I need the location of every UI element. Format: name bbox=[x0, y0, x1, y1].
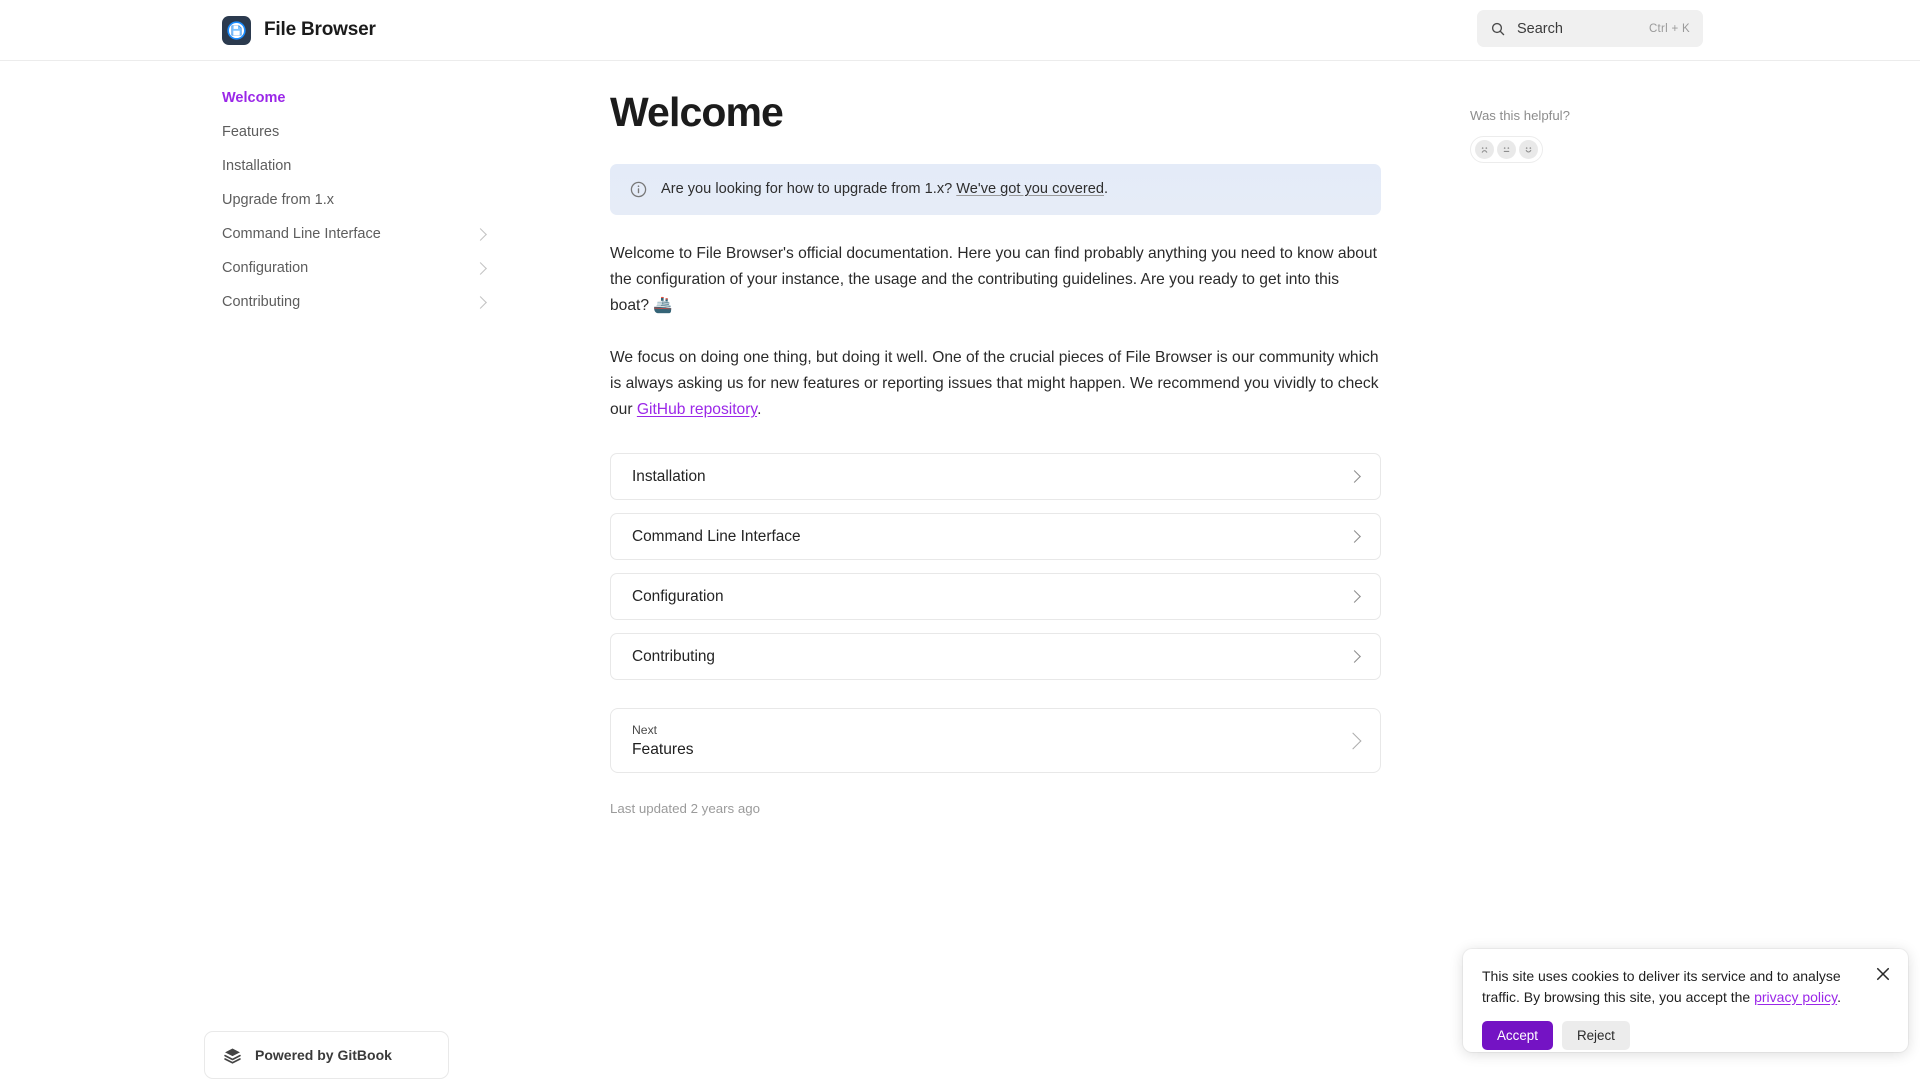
sidebar-item-label: Command Line Interface bbox=[222, 225, 381, 242]
cookie-banner: This site uses cookies to deliver its se… bbox=[1463, 949, 1908, 1052]
cookie-banner-actions: Accept Reject bbox=[1482, 1021, 1889, 1050]
brand-title: File Browser bbox=[264, 19, 376, 40]
top-header: File Browser Search Ctrl + K bbox=[0, 0, 1920, 61]
callout-text-before: Are you looking for how to upgrade from … bbox=[661, 181, 957, 198]
intro-paragraph-2: We focus on doing one thing, but doing i… bbox=[610, 345, 1381, 423]
was-this-helpful-label: Was this helpful? bbox=[1470, 108, 1570, 123]
sidebar-item-features[interactable]: Features bbox=[222, 115, 497, 149]
callout-text-after: . bbox=[1104, 181, 1109, 198]
search-placeholder: Search bbox=[1517, 20, 1563, 37]
section-card-list: Installation Command Line Interface Conf… bbox=[610, 453, 1381, 680]
github-repository-link[interactable]: GitHub repository bbox=[637, 401, 757, 418]
main-content: Welcome Are you looking for how to upgra… bbox=[500, 61, 1400, 816]
chevron-right-icon[interactable] bbox=[474, 295, 487, 309]
upgrade-callout: Are you looking for how to upgrade from … bbox=[610, 164, 1381, 215]
next-page-link[interactable]: Next Features bbox=[610, 708, 1381, 773]
chevron-right-icon bbox=[1348, 470, 1361, 483]
chevron-right-icon bbox=[1348, 590, 1361, 603]
card-label: Configuration bbox=[632, 587, 724, 605]
sad-face-icon[interactable] bbox=[1475, 140, 1495, 159]
next-page-title: Features bbox=[632, 740, 694, 758]
sidebar-item-label: Upgrade from 1.x bbox=[222, 191, 335, 208]
privacy-policy-link[interactable]: privacy policy bbox=[1754, 989, 1837, 1005]
card-label: Contributing bbox=[632, 647, 715, 665]
close-icon[interactable] bbox=[1874, 965, 1892, 983]
brand[interactable]: File Browser bbox=[222, 15, 376, 45]
search-shortcut-hint: Ctrl + K bbox=[1648, 22, 1690, 35]
sidebar-item-command-line-interface[interactable]: Command Line Interface bbox=[222, 217, 497, 251]
sidebar: Welcome Features Installation Upgrade fr… bbox=[0, 61, 500, 1080]
search-input[interactable]: Search Ctrl + K bbox=[1477, 10, 1703, 47]
sidebar-item-configuration[interactable]: Configuration bbox=[222, 251, 497, 285]
floppy-disk-icon bbox=[222, 15, 251, 45]
cookie-banner-text: This site uses cookies to deliver its se… bbox=[1482, 966, 1847, 1007]
next-kicker: Next bbox=[632, 722, 658, 737]
sidebar-item-upgrade-from-1x[interactable]: Upgrade from 1.x bbox=[222, 183, 497, 217]
reject-cookies-button[interactable]: Reject bbox=[1561, 1021, 1630, 1050]
neutral-face-icon[interactable] bbox=[1496, 140, 1516, 159]
sidebar-item-contributing[interactable]: Contributing bbox=[222, 285, 497, 319]
page-title: Welcome bbox=[610, 89, 784, 135]
sidebar-item-label: Welcome bbox=[222, 89, 286, 106]
helpful-rating-group bbox=[1470, 136, 1543, 163]
card-contributing[interactable]: Contributing bbox=[610, 633, 1381, 680]
paragraph-2-text-after: . bbox=[757, 401, 762, 418]
sidebar-nav: Welcome Features Installation Upgrade fr… bbox=[222, 81, 497, 319]
chevron-right-icon bbox=[1348, 650, 1361, 663]
gitbook-books-icon bbox=[224, 1048, 241, 1064]
sidebar-item-label: Features bbox=[222, 123, 280, 140]
search-icon bbox=[1491, 22, 1505, 35]
accept-cookies-button[interactable]: Accept bbox=[1482, 1021, 1553, 1050]
chevron-right-icon bbox=[1348, 530, 1361, 543]
last-updated-text: Last updated 2 years ago bbox=[610, 801, 761, 816]
card-installation[interactable]: Installation bbox=[610, 453, 1381, 500]
sidebar-item-label: Contributing bbox=[222, 293, 301, 310]
callout-link[interactable]: We've got you covered bbox=[956, 181, 1104, 197]
chevron-right-icon[interactable] bbox=[474, 261, 487, 275]
gitbook-badge-label: Powered by GitBook bbox=[255, 1047, 392, 1063]
card-configuration[interactable]: Configuration bbox=[610, 573, 1381, 620]
intro-paragraph-1: Welcome to File Browser's official docum… bbox=[610, 245, 1377, 314]
right-rail: Was this helpful? bbox=[1470, 61, 1920, 163]
card-label: Command Line Interface bbox=[632, 527, 801, 545]
happy-face-icon[interactable] bbox=[1518, 140, 1538, 159]
info-circle-icon bbox=[630, 181, 647, 198]
card-label: Installation bbox=[632, 467, 706, 485]
powered-by-gitbook-badge[interactable]: Powered by GitBook bbox=[204, 1031, 449, 1079]
sidebar-item-label: Configuration bbox=[222, 259, 309, 276]
chevron-right-icon bbox=[1344, 732, 1362, 749]
sidebar-item-label: Installation bbox=[222, 157, 292, 174]
chevron-right-icon[interactable] bbox=[474, 227, 487, 241]
sidebar-item-welcome[interactable]: Welcome bbox=[222, 81, 497, 115]
sidebar-item-installation[interactable]: Installation bbox=[222, 149, 497, 183]
callout-text: Are you looking for how to upgrade from … bbox=[661, 179, 1108, 199]
cookie-text-after: . bbox=[1837, 988, 1841, 1005]
card-command-line-interface[interactable]: Command Line Interface bbox=[610, 513, 1381, 560]
